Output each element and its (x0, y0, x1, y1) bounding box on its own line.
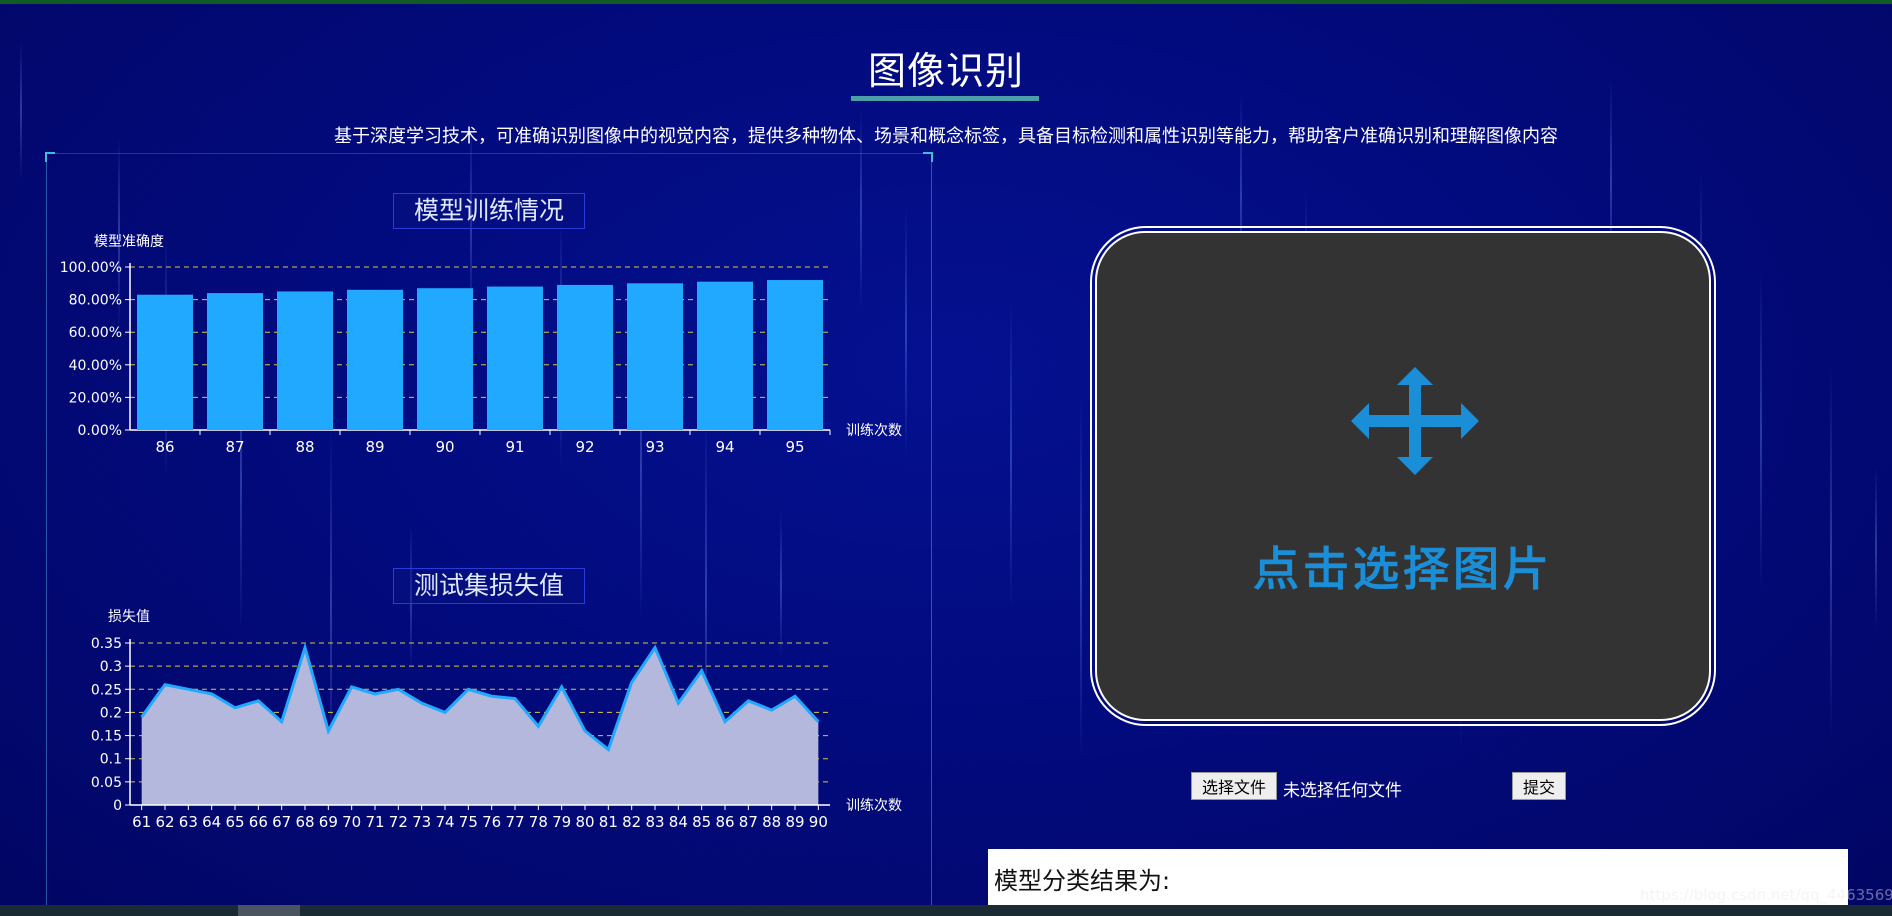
upload-label: 点击选择图片 (1253, 542, 1553, 596)
bar (557, 284, 613, 430)
y-tick-label: 0.3 (100, 659, 122, 675)
x-tick-label: 61 (132, 813, 151, 831)
x-tick-label: 86 (155, 438, 174, 456)
x-tick-label: 83 (645, 813, 664, 831)
bar (347, 289, 403, 430)
rain-streak (1010, 301, 1012, 610)
image-upload-inner[interactable]: 点击选择图片 (1095, 231, 1711, 721)
choose-file-button[interactable]: 选择文件 (1191, 772, 1277, 800)
x-tick-label: 92 (575, 438, 594, 456)
x-tick-label: 79 (552, 813, 571, 831)
x-tick-label: 74 (435, 813, 454, 831)
y-tick-label: 20.00% (69, 390, 122, 406)
bar-chart-title: 模型训练情况 (393, 193, 585, 229)
x-tick-label: 63 (179, 813, 198, 831)
bar (207, 293, 263, 430)
watermark: https://blog.csdn.net/qq_44635691 (1640, 886, 1892, 904)
accuracy-bar-chart: 模型准确度 0.00% 20.00% 40.00% 60.00% 80.00% 100.00… (60, 234, 902, 456)
x-tick-label: 62 (155, 813, 174, 831)
loss-area (141, 647, 819, 805)
x-tick-label: 72 (389, 813, 408, 831)
x-tick-label: 67 (272, 813, 291, 831)
loss-area-chart: 损失值 0 0.05 0.1 0.15 0.2 0.25 0.3 0.35 61 62 63 64 65 6… (91, 609, 902, 831)
x-tick-label: 86 (715, 813, 734, 831)
bar (627, 283, 683, 430)
bar (487, 286, 543, 430)
panel-corner (923, 152, 933, 162)
y-tick-label: 0.05 (91, 775, 122, 791)
x-tick-label: 90 (435, 438, 454, 456)
x-tick-label: 75 (459, 813, 478, 831)
x-tick-label: 89 (785, 813, 804, 831)
x-tick-label: 76 (482, 813, 501, 831)
y-axis-label: 损失值 (108, 609, 150, 625)
move-arrows-icon (1351, 367, 1479, 475)
x-tick-label: 94 (715, 438, 734, 456)
bar (767, 280, 823, 430)
x-tick-label: 88 (762, 813, 781, 831)
x-tick-label: 88 (295, 438, 314, 456)
y-tick-label: 0.1 (100, 752, 122, 768)
y-tick-label: 40.00% (69, 358, 122, 374)
window-top-border (0, 0, 1892, 4)
page-title: 图像识别 (867, 49, 1024, 93)
y-tick-label: 80.00% (69, 293, 122, 309)
rain-streak (1760, 271, 1762, 590)
y-axis-label: 模型准确度 (94, 234, 164, 250)
x-tick-label: 91 (505, 438, 524, 456)
bar (137, 294, 193, 430)
y-tick-label: 0.15 (91, 729, 122, 745)
y-tick-label: 0.35 (91, 636, 122, 652)
y-tick-label: 0.25 (91, 682, 122, 698)
rain-streak (1875, 465, 1877, 630)
page-subtitle: 基于深度学习技术，可准确识别图像中的视觉内容，提供多种物体、场景和概念标签，具备… (334, 126, 1558, 147)
x-tick-label: 65 (225, 813, 244, 831)
bar (277, 291, 333, 430)
x-tick-label: 81 (599, 813, 618, 831)
x-tick-label: 80 (575, 813, 594, 831)
no-file-chosen-text: 未选择任何文件 (1283, 781, 1402, 801)
bar (417, 288, 473, 430)
y-tick-label: 60.00% (69, 325, 122, 341)
submit-button[interactable]: 提交 (1512, 772, 1566, 800)
x-tick-label: 70 (342, 813, 361, 831)
taskbar-item[interactable] (238, 905, 300, 916)
x-tick-label: 93 (645, 438, 664, 456)
x-tick-label: 84 (669, 813, 688, 831)
x-tick-label: 89 (365, 438, 384, 456)
x-tick-label: 87 (739, 813, 758, 831)
y-tick-label: 0 (113, 798, 122, 814)
x-tick-label: 68 (295, 813, 314, 831)
area-chart-title: 测试集损失值 (393, 568, 585, 604)
bar (697, 281, 753, 430)
y-tick-label: 100.00% (60, 260, 122, 276)
x-tick-label: 82 (622, 813, 641, 831)
x-tick-label: 78 (529, 813, 548, 831)
x-tick-label: 71 (365, 813, 384, 831)
x-tick-label: 87 (225, 438, 244, 456)
y-tick-label: 0.00% (78, 423, 122, 439)
x-tick-label: 73 (412, 813, 431, 831)
x-tick-label: 90 (809, 813, 828, 831)
x-tick-label: 85 (692, 813, 711, 831)
y-tick-label: 0.2 (100, 705, 122, 721)
image-upload-area[interactable]: 点击选择图片 (1090, 226, 1716, 726)
x-axis-label: 训练次数 (846, 423, 902, 439)
x-tick-label: 95 (785, 438, 804, 456)
title-underline (851, 96, 1039, 101)
x-tick-label: 77 (505, 813, 524, 831)
result-label: 模型分类结果为: (994, 867, 1171, 895)
x-tick-label: 64 (202, 813, 221, 831)
x-tick-label: 69 (319, 813, 338, 831)
x-tick-label: 66 (249, 813, 268, 831)
panel-corner (45, 152, 55, 162)
x-axis-label: 训练次数 (846, 798, 902, 814)
rain-streak (1830, 368, 1832, 740)
rain-streak (1080, 398, 1082, 760)
